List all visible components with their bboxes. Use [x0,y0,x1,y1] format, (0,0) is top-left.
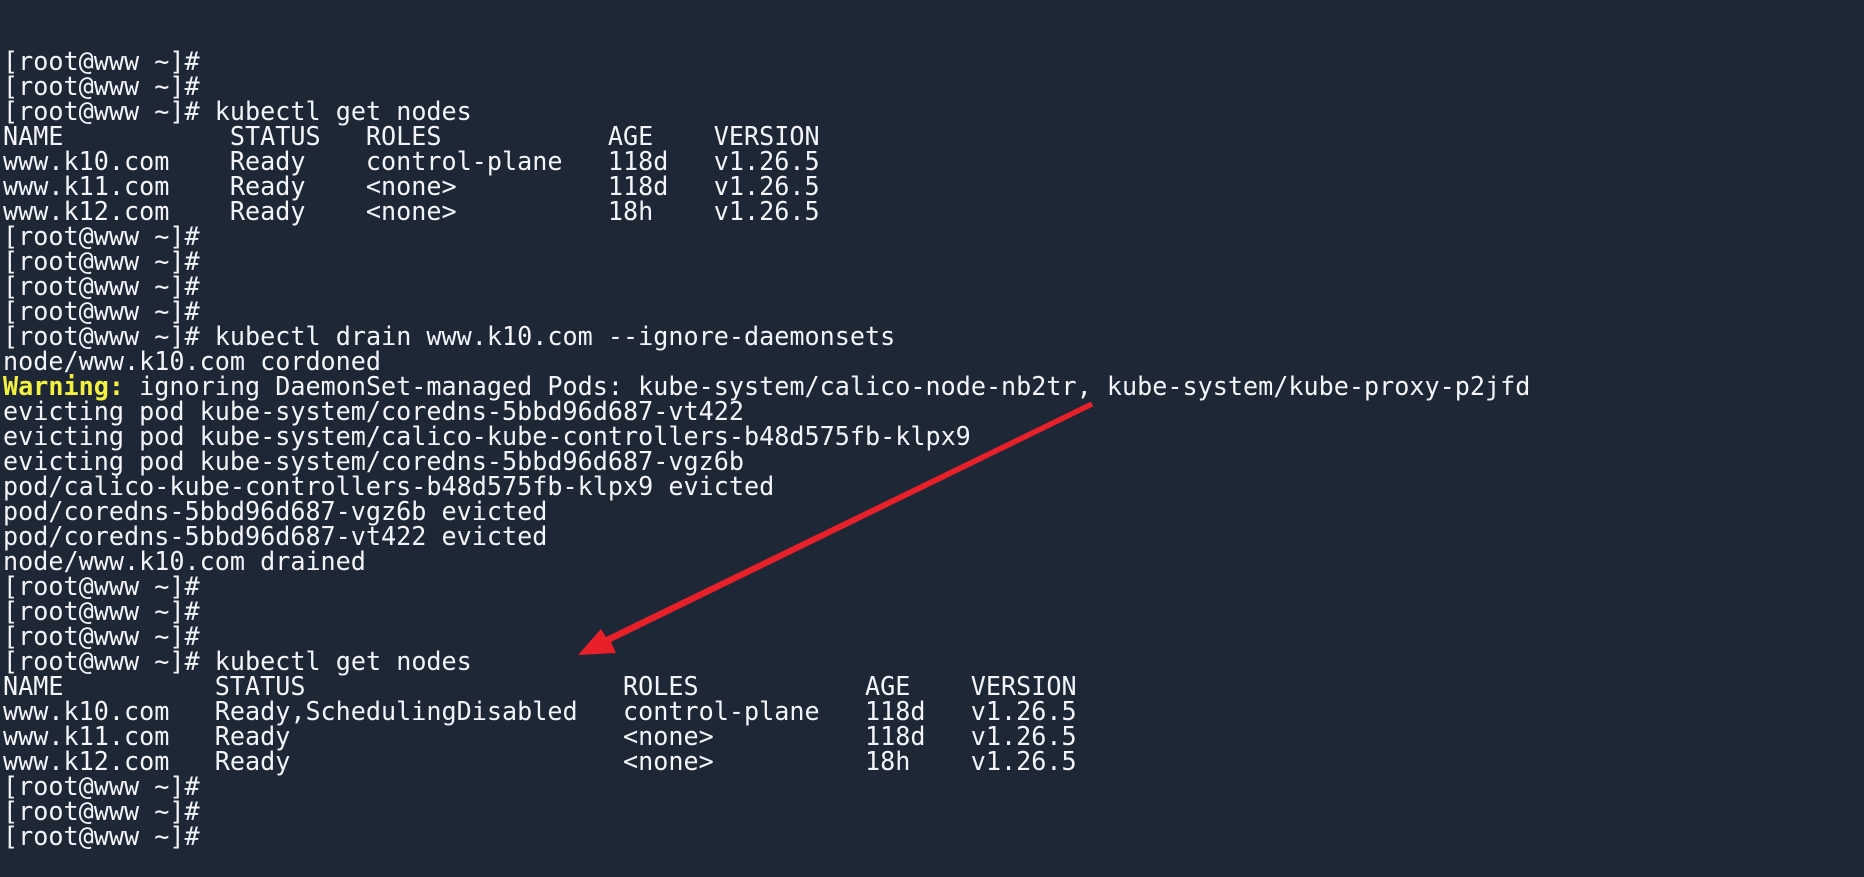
prompt-line: [root@www ~]# [3,224,1836,250]
prompt-line: [root@www ~]# [3,574,1836,600]
terminal-window[interactable]: [root@www ~]# [root@www ~]# [root@www ~]# … [3,0,1836,850]
shell-prompt: [root@www ~]# [3,822,200,852]
output-line: www.k12.com Ready <none> 18h v1.26.5 [3,199,1836,225]
prompt-line: [root@www ~]# [3,49,1836,75]
output-line: node/www.k10.com drained [3,549,1836,575]
prompt-line: [root@www ~]# [3,799,1836,825]
prompt-line: [root@www ~]# [3,599,1836,625]
prompt-line: [root@www ~]# [3,774,1836,800]
prompt-line: [root@www ~]# [3,249,1836,275]
output-line: www.k12.com Ready <none> 18h v1.26.5 [3,749,1836,775]
prompt-line: [root@www ~]# [3,822,1836,852]
prompt-line: [root@www ~]# [3,274,1836,300]
